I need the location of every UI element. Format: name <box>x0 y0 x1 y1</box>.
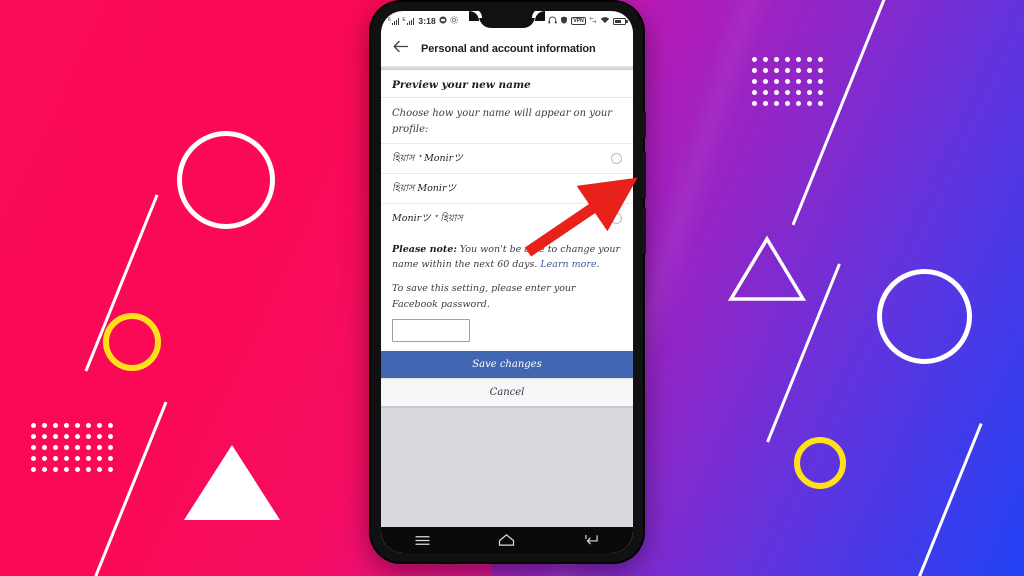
name-option-row-2[interactable]: হিয়াস Monirツ <box>381 173 633 203</box>
shield-icon <box>560 16 568 26</box>
sync-icon <box>589 16 597 26</box>
name-option-label-3: Monirツ ᕀ হিয়াস <box>392 213 463 224</box>
phone-side-button-top[interactable] <box>642 112 646 138</box>
section-title: Preview your new name <box>381 70 633 98</box>
message-icon <box>439 16 447 26</box>
name-option-row-3[interactable]: Monirツ ᕀ হিয়াস <box>381 203 633 233</box>
vpn-badge: VPN <box>570 16 586 26</box>
recents-menu-icon[interactable] <box>415 534 430 547</box>
back-arrow-icon[interactable] <box>584 533 599 547</box>
decor-circle-right-white <box>877 269 972 364</box>
battery-icon <box>613 17 628 25</box>
signal-bars-icon-1: 6 <box>388 16 400 25</box>
phone-screen: 6 E 3:18 VPN Personal and account inform… <box>381 11 633 553</box>
note-suffix: . <box>596 259 600 271</box>
screen-content: Preview your new name Choose how your na… <box>381 67 633 545</box>
page-title: Personal and account information <box>421 42 596 55</box>
decor-triangle-left <box>184 445 280 520</box>
wifi-icon <box>600 16 610 26</box>
selected-name-radio[interactable] <box>611 183 622 194</box>
signal-bars-icon-2: E <box>402 16 415 25</box>
status-bar-clock: 3:18 <box>418 16 436 26</box>
name-option-label-2: হিয়াস Monirツ <box>392 183 456 194</box>
phone-volume-down-button[interactable] <box>642 208 646 254</box>
headphone-icon <box>548 16 557 26</box>
app-bar: Personal and account information <box>381 31 633 67</box>
name-option-radio-3[interactable] <box>611 213 622 224</box>
phone-notch <box>469 11 545 28</box>
arrow-left-icon[interactable] <box>393 40 409 58</box>
decor-dotgrid-right <box>752 57 823 106</box>
password-instruction: To save this setting, please enter your … <box>392 283 576 310</box>
section-subtitle: Choose how your name will appear on your… <box>392 108 613 135</box>
signal-1-label: 6 <box>388 16 391 23</box>
settings-icon <box>450 16 458 26</box>
password-input[interactable] <box>392 318 470 342</box>
phone-volume-up-button[interactable] <box>642 152 646 198</box>
status-bar-left: 6 E 3:18 <box>388 16 458 26</box>
save-changes-button[interactable]: Save changes <box>381 350 633 378</box>
password-field-wrapper <box>381 318 633 351</box>
decor-dotgrid-left <box>31 423 113 472</box>
status-bar-right: VPN <box>548 16 628 26</box>
home-icon[interactable] <box>498 533 515 547</box>
decor-triangle-right <box>727 235 807 303</box>
decor-circle-right-yellow <box>794 437 846 489</box>
name-option-radio-1[interactable] <box>611 153 622 164</box>
preview-name-card: Preview your new name Choose how your na… <box>381 69 633 408</box>
decor-circle-left-white <box>177 131 275 229</box>
signal-2-label: E <box>402 16 406 23</box>
name-change-note: Please note: You won't be able to change… <box>381 233 633 272</box>
android-nav-bar <box>381 527 633 553</box>
phone-device-mockup: 6 E 3:18 VPN Personal and account inform… <box>371 2 646 562</box>
name-option-label-1: হিয়াস ᕀ Monirツ <box>392 153 463 164</box>
decor-circle-left-yellow <box>103 313 161 371</box>
cancel-button[interactable]: Cancel <box>381 377 633 407</box>
learn-more-link[interactable]: Learn more <box>540 259 596 270</box>
name-option-row-1[interactable]: হিয়াস ᕀ Monirツ <box>381 143 633 173</box>
note-prefix: Please note: <box>392 244 457 255</box>
